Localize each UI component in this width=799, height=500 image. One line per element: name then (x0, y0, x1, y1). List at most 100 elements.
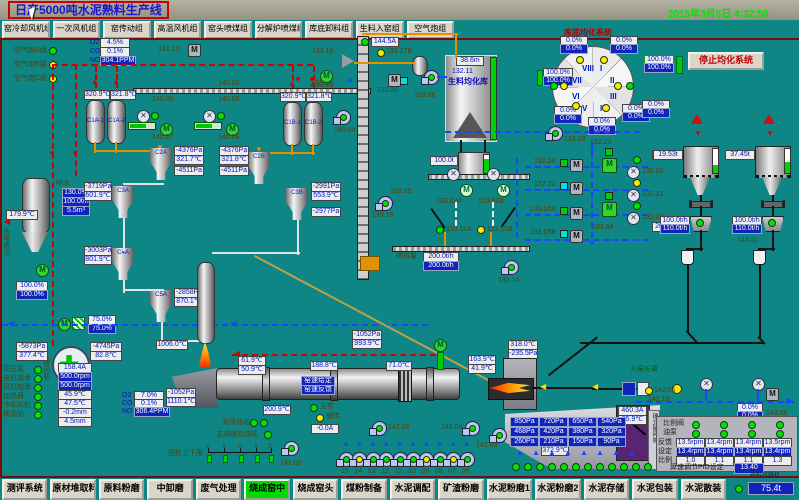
fan-132-21[interactable]: ✕ (627, 189, 640, 202)
flap-a-tag: 133.11A (446, 226, 472, 234)
top-menu-button[interactable]: 窑冷却风机组 (2, 21, 50, 39)
homog-pct-sp[interactable]: 0.0% (560, 44, 588, 54)
title-bar: 日产5000吨水泥熟料生产线 2015年3月5日 4:32:50 (0, 0, 799, 20)
duct (212, 252, 300, 254)
motor-valve-141-10[interactable]: M (188, 44, 201, 57)
conditioning-tower-cone (22, 232, 48, 252)
bottom-menu-button[interactable]: 原材堆取料 (50, 479, 95, 500)
fan-142-05[interactable] (372, 421, 387, 436)
bottom-menu-button[interactable]: 矿渣粉磨 (438, 479, 483, 500)
damper1-setpoint[interactable]: 100.0% (16, 290, 48, 300)
elevator-current: 144.5A (371, 37, 399, 47)
cyclone-c1a1: C1A-1 (86, 100, 105, 144)
slide-valve-a[interactable]: M (460, 184, 473, 197)
bottom-menu-button[interactable]: 烧成窑中 (244, 479, 289, 500)
clinker-flow-value: 75.4t (748, 482, 794, 495)
bottom-menu-button[interactable]: 水泥包装 (632, 479, 677, 500)
scada-screen: 日产5000吨水泥熟料生产线 2015年3月5日 4:32:50 窑冷却风机组一… (0, 0, 799, 500)
route-valve[interactable]: M (570, 207, 583, 220)
bottom-menu: 测评系统原材堆取料原料粉磨中卸磨废气处理烧成窑中烧成窑头煤粉制备水泥调配矿渣粉磨… (2, 479, 726, 500)
cooler-fan-number: 06 (462, 468, 470, 476)
fan-status-label: 冷却风机 (3, 402, 31, 410)
line-blower-133-28[interactable] (548, 126, 563, 141)
cooler-fan-06[interactable] (460, 452, 475, 467)
sp-label: 设定 (658, 448, 672, 456)
fan-142-02[interactable] (284, 441, 299, 456)
riser-temp: 993.9℃ (352, 339, 382, 349)
bottom-menu-button[interactable]: 废气处理 (196, 479, 241, 500)
fan-142-03-tag: 142.03 (476, 442, 497, 450)
top-menu-button[interactable]: 库底卸料组 (305, 21, 353, 39)
main-route-valve[interactable]: M (602, 158, 617, 173)
air-slide-fan-b[interactable]: ✕ (487, 168, 500, 181)
alarm-triangle-icon (763, 114, 775, 124)
bottom-menu-button[interactable]: 中卸磨 (147, 479, 192, 500)
feeder-b-valve-tag: 140.08 (218, 134, 239, 142)
fan-132-02[interactable]: ✕ (627, 212, 640, 225)
route-valve[interactable]: M (570, 182, 583, 195)
top-menu-button[interactable]: 一次风机组 (53, 21, 101, 39)
feed-flow-sp[interactable]: 200.0t/h (423, 261, 459, 271)
top-menu-button[interactable]: 窑头喷煤组 (204, 21, 252, 39)
fuel-valve[interactable] (622, 382, 636, 396)
feeder2-flow-sp[interactable]: 110.0t/h (732, 224, 762, 234)
main-route-valve[interactable]: M (602, 202, 617, 217)
c4a-temp: 801.9℃ (84, 255, 112, 265)
fan-133-14[interactable] (504, 260, 519, 275)
stop-homog-button[interactable]: 停止均化系统 (688, 52, 764, 70)
meal-pipe (362, 33, 458, 35)
fan-140-04[interactable] (336, 110, 351, 125)
feeder1-flow-sp[interactable]: 110.0t/h (660, 224, 690, 234)
gas2-co-label: CO (122, 400, 133, 408)
spray-sp3[interactable]: 5.5m³ (62, 206, 90, 216)
cooling-air-arrow: ▲ (612, 449, 620, 457)
homog-pct-sp[interactable]: 0.0% (642, 108, 670, 118)
top-menu-button[interactable]: 高温风机组 (154, 21, 202, 39)
grate-chamber-value: 420Pa (539, 427, 568, 437)
route-valve[interactable]: M (570, 230, 583, 243)
head-valve-motor[interactable]: M (434, 339, 447, 352)
bottom-menu-button[interactable]: 测评系统 (2, 479, 47, 500)
c3a-temp: 601.9℃ (84, 191, 112, 201)
cooler-fan-number: 08 (435, 468, 443, 476)
kiln-tyre (426, 367, 434, 401)
top-menu-button[interactable]: 空气炮组 (407, 21, 455, 39)
top-menu-button[interactable]: 窑传动组 (103, 21, 151, 39)
route-valve[interactable]: M (570, 159, 583, 172)
bottom-menu-button[interactable]: 煤粉制备 (341, 479, 386, 500)
belt-tag: 140.02 (218, 80, 239, 88)
feed-belt (133, 88, 371, 94)
bottom-menu-button[interactable]: 烧成窑头 (293, 479, 338, 500)
fan-status-indicator (34, 366, 42, 374)
bottom-menu-button[interactable]: 水泥存储 (584, 479, 629, 500)
bottom-menu-button[interactable]: 水泥粉磨1 (487, 479, 532, 500)
tower-temp: 179.9℃ (6, 210, 38, 220)
damper-motor-1[interactable]: M (36, 264, 49, 277)
homog-pct-sp[interactable]: 0.0% (610, 44, 638, 54)
fan-142-04[interactable] (465, 421, 480, 436)
homog-pct-sp[interactable]: 100.0% (543, 76, 573, 86)
lube-station-label: 润滑油站 (222, 419, 250, 427)
tag-133-18: 133.18 (312, 48, 333, 56)
fan-142-03[interactable] (492, 428, 507, 443)
slide-valve-b[interactable]: M (497, 184, 510, 197)
top-menu-button[interactable]: 分解炉喷煤组 (255, 21, 303, 39)
cooler-fan-number: 13 (368, 468, 376, 476)
bottom-menu-button[interactable]: 水泥调配 (390, 479, 435, 500)
bottom-menu-button[interactable]: 水泥散装 (681, 479, 726, 500)
fan-132-20[interactable]: ✕ (627, 166, 640, 179)
air-cannon-b-label: 空气炮B组 (14, 61, 47, 69)
fan-142-04-tag: 142.04 (441, 424, 462, 432)
spray-label: 喷水 (56, 180, 70, 188)
grate-chamber-value: 540Pa (597, 417, 626, 427)
homog-pct-sp[interactable]: 100.0% (644, 63, 674, 73)
homog-pct-sp[interactable]: 0.0% (554, 114, 582, 124)
cooler-drive-indicator (620, 463, 628, 471)
bottom-menu-button[interactable]: 水泥粉磨2 (535, 479, 580, 500)
air-slide-fan-a[interactable]: ✕ (447, 168, 460, 181)
homog-pct-sp[interactable]: 0.0% (588, 125, 616, 135)
vent-valve[interactable]: M (766, 388, 779, 401)
bottom-menu-button[interactable]: 原料粉磨 (99, 479, 144, 500)
duct (123, 218, 125, 251)
dust-fan[interactable] (378, 196, 393, 211)
